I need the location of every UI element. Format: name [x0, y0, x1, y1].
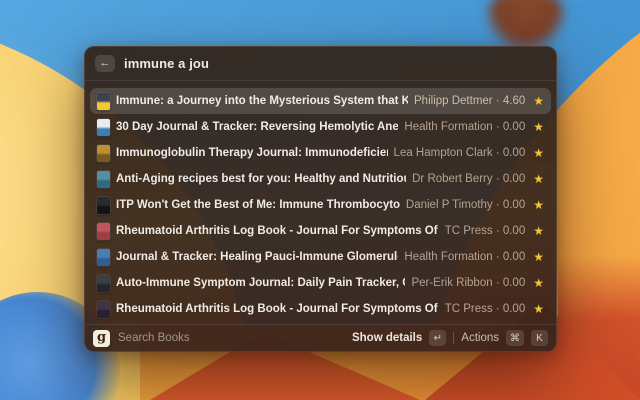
book-cover-icon — [97, 222, 110, 240]
enter-key-badge: ↵ — [429, 330, 447, 346]
show-details-label[interactable]: Show details — [352, 332, 422, 344]
book-author-rating: Lea Hampton Clark · 0.00 — [393, 147, 526, 159]
book-author-rating: Health Formation · 0.00 — [404, 121, 526, 133]
book-title: Rheumatoid Arthritis Log Book - Journal … — [116, 225, 439, 237]
star-icon: ★ — [533, 276, 544, 290]
result-row[interactable]: Journal & Tracker: Healing Pauci-Immune … — [90, 244, 551, 270]
footer-bar: g Search Books Show details ↵ Actions ⌘ … — [85, 324, 556, 351]
result-row[interactable]: Rheumatoid Arthritis Log Book - Journal … — [90, 218, 551, 244]
book-title: Anti-Aging recipes best for you: Healthy… — [116, 173, 406, 185]
book-cover-icon — [97, 248, 110, 266]
book-author-rating: TC Press · 0.00 — [444, 225, 526, 237]
goodreads-icon: g — [93, 329, 110, 347]
book-author-rating: Dr Robert Berry · 0.00 — [412, 173, 526, 185]
result-row[interactable]: Immune: a Journey into the Mysterious Sy… — [90, 88, 551, 114]
book-title: Immunoglobulin Therapy Journal: Immunode… — [116, 147, 388, 159]
book-cover-icon — [97, 92, 110, 110]
book-author-rating: Health Formation · 0.00 — [404, 251, 526, 263]
k-key-badge: K — [531, 330, 548, 346]
star-icon: ★ — [533, 172, 544, 186]
star-icon: ★ — [533, 198, 544, 212]
book-title: Immune: a Journey into the Mysterious Sy… — [116, 95, 409, 107]
result-row[interactable]: Rheumatoid Arthritis Log Book - Journal … — [90, 296, 551, 322]
back-button[interactable]: ← — [95, 55, 115, 72]
footer-shortcuts: Show details ↵ Actions ⌘ K — [352, 330, 548, 346]
results-list: Immune: a Journey into the Mysterious Sy… — [85, 81, 556, 324]
footer-divider — [453, 332, 455, 344]
book-title: Rheumatoid Arthritis Log Book - Journal … — [116, 303, 439, 315]
cmd-key-badge: ⌘ — [506, 330, 524, 346]
book-title: Auto-Immune Symptom Journal: Daily Pain … — [116, 277, 405, 289]
star-icon: ★ — [533, 224, 544, 238]
book-author-rating: Philipp Dettmer · 4.60 — [414, 95, 526, 107]
star-icon: ★ — [533, 302, 544, 316]
result-row[interactable]: Anti-Aging recipes best for you: Healthy… — [90, 166, 551, 192]
book-cover-icon — [97, 170, 110, 188]
book-title: ITP Won't Get the Best of Me: Immune Thr… — [116, 199, 400, 211]
book-cover-icon — [97, 300, 110, 318]
book-author-rating: TC Press · 0.00 — [444, 303, 526, 315]
search-input[interactable]: immune a jou — [124, 56, 209, 71]
book-cover-icon — [97, 118, 110, 136]
book-cover-icon — [97, 144, 110, 162]
result-row[interactable]: Immunoglobulin Therapy Journal: Immunode… — [90, 140, 551, 166]
command-label: Search Books — [118, 332, 190, 344]
book-title: 30 Day Journal & Tracker: Reversing Hemo… — [116, 121, 399, 133]
star-icon: ★ — [533, 94, 544, 108]
actions-label[interactable]: Actions — [461, 332, 499, 344]
star-icon: ★ — [533, 146, 544, 160]
result-row[interactable]: Auto-Immune Symptom Journal: Daily Pain … — [90, 270, 551, 296]
result-row[interactable]: 30 Day Journal & Tracker: Reversing Hemo… — [90, 114, 551, 140]
footer-command: g Search Books — [93, 329, 190, 347]
book-cover-icon — [97, 274, 110, 292]
book-author-rating: Daniel P Timothy · 0.00 — [405, 199, 526, 211]
search-bar: ← immune a jou — [85, 47, 556, 81]
book-title: Journal & Tracker: Healing Pauci-Immune … — [116, 251, 398, 263]
book-author-rating: Per-Erik Ribbon · 0.00 — [411, 277, 526, 289]
raycast-window: ← immune a jou Immune: a Journey into th… — [84, 46, 557, 352]
book-cover-icon — [97, 196, 110, 214]
wallpaper-dark-ridge — [486, 0, 566, 50]
result-row[interactable]: ITP Won't Get the Best of Me: Immune Thr… — [90, 192, 551, 218]
star-icon: ★ — [533, 250, 544, 264]
star-icon: ★ — [533, 120, 544, 134]
